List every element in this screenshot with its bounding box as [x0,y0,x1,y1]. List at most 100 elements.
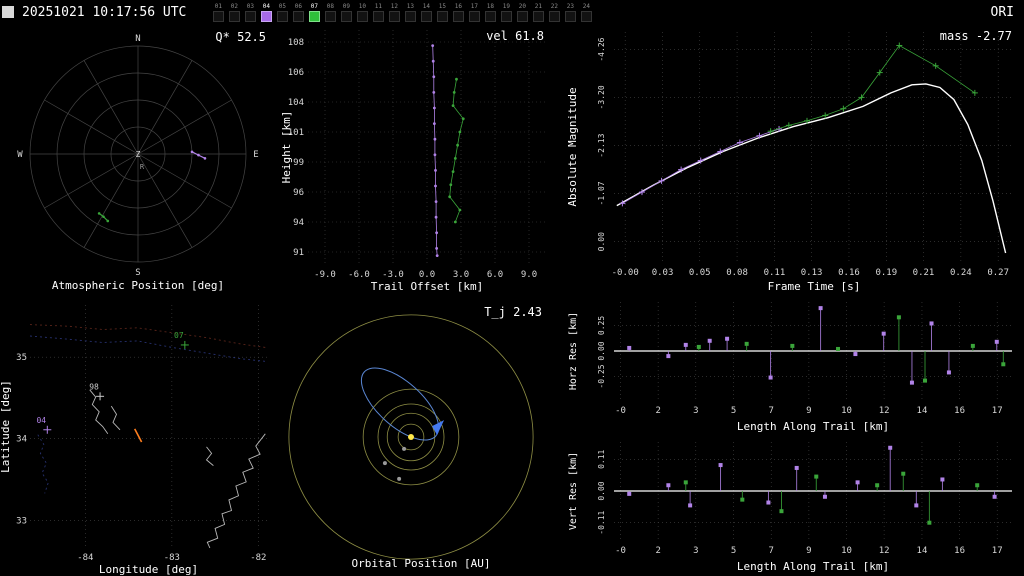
station-indicator-label: 06 [294,2,302,10]
station-indicator-23[interactable]: 23 [562,3,578,22]
svg-text:14: 14 [917,546,928,556]
station-indicator-07[interactable]: 07 [306,3,322,22]
station-indicator-box [452,10,464,22]
svg-text:-9.0: -9.0 [314,270,336,280]
svg-text:-3.20: -3.20 [597,85,606,109]
station-indicator-label: 19 [502,2,510,10]
station-indicator-02[interactable]: 02 [226,3,242,22]
station-indicator-09[interactable]: 09 [338,3,354,22]
station-indicator-15[interactable]: 15 [434,3,450,22]
station-indicator-label: 24 [582,2,590,10]
station-indicator-box [404,10,416,22]
station-indicator-box [276,10,288,22]
svg-text:96: 96 [293,188,304,198]
station-indicator-label: 16 [454,2,462,10]
vertical-residuals-plot: -0 2 3 5 7 9 10 12 14 16 17 0.11 0.00 -0.11 Length Alo… [568,442,1012,573]
station-indicator-20[interactable]: 20 [514,3,530,22]
station-indicator-box [356,10,368,22]
svg-text:9: 9 [806,546,811,556]
station-indicator-label: 17 [470,2,478,10]
station-indicator-box [532,10,544,22]
svg-text:-0: -0 [615,406,626,416]
station-indicator-04[interactable]: 04 [258,3,274,22]
station-indicator-03[interactable]: 03 [242,3,258,22]
station-indicator-label: 22 [550,2,558,10]
station-indicator-14[interactable]: 14 [418,3,434,22]
svg-text:E: E [253,150,258,160]
svg-text:17: 17 [992,546,1003,556]
station-indicator-box [308,10,320,22]
station-indicator-17[interactable]: 17 [466,3,482,22]
station-indicator-22[interactable]: 22 [546,3,562,22]
station-indicator-01[interactable]: 01 [210,3,226,22]
station-indicator-box [516,10,528,22]
ground-track-map-panel: -84 -83 -82 33 34 35 Longitude [deg] Latitude [… [0,296,280,576]
svg-text:0.25: 0.25 [597,316,606,335]
svg-text:-0.00: -0.00 [612,268,639,278]
station-indicator-box [484,10,496,22]
svg-text:Horz Res [km]: Horz Res [km] [568,312,579,390]
station-indicator-24[interactable]: 24 [578,3,594,22]
svg-text:9.0: 9.0 [521,270,537,280]
station-indicator-06[interactable]: 06 [290,3,306,22]
station-indicator-13[interactable]: 13 [402,3,418,22]
svg-text:N: N [135,34,140,44]
svg-text:2: 2 [655,546,660,556]
svg-text:3.0: 3.0 [453,270,469,280]
station-indicator-10[interactable]: 10 [354,3,370,22]
svg-text:3: 3 [693,406,698,416]
timestamp: 20251021 10:17:56 UTC [22,4,187,20]
svg-text:Z: Z [136,150,141,159]
svg-text:-0: -0 [615,546,626,556]
svg-text:Length Along Trail [km]: Length Along Trail [km] [737,560,889,573]
station-indicator-box [244,10,256,22]
svg-text:0.08: 0.08 [726,268,748,278]
station-indicator-box [436,10,448,22]
magnitude-vs-time-plot: -0.00 0.03 0.05 0.08 0.11 0.13 0.16 0.19 0.21 0.2… [566,29,1014,293]
station-indicator-16[interactable]: 16 [450,3,466,22]
station-indicator-21[interactable]: 21 [530,3,546,22]
svg-text:-3.0: -3.0 [382,270,404,280]
svg-text:Trail Offset [km]: Trail Offset [km] [371,280,484,293]
svg-text:99: 99 [293,158,304,168]
svg-text:-0.25: -0.25 [597,364,606,388]
station-indicator-box [292,10,304,22]
svg-text:Latitude [deg]: Latitude [deg] [0,380,12,473]
station-indicator-label: 15 [438,2,446,10]
svg-text:34: 34 [16,435,27,445]
svg-text:0.0: 0.0 [419,270,435,280]
station-indicator-11[interactable]: 11 [370,3,386,22]
svg-text:04: 04 [36,416,46,425]
meteor-trajectory-summary-screen: 20251021 10:17:56 UTC 01 02 03 04 05 06 07 08 09… [0,0,1024,576]
svg-text:0.11: 0.11 [764,268,786,278]
station-indicator-12[interactable]: 12 [386,3,402,22]
horizontal-residuals-panel: -0 2 3 5 7 9 10 12 14 16 17 0.25 0.00 -0.25 Length Alo… [562,296,1024,436]
svg-text:35: 35 [16,353,27,363]
station-indicator-label: 04 [262,2,270,10]
station-indicator-label: 13 [406,2,414,10]
svg-text:mass -2.77: mass -2.77 [940,29,1012,43]
svg-text:10: 10 [841,546,852,556]
svg-text:-84: -84 [77,553,93,563]
svg-text:16: 16 [954,546,965,556]
station-indicator-label: 05 [278,2,286,10]
svg-text:2: 2 [655,406,660,416]
station-indicator-label: 10 [358,2,366,10]
atmospheric-position-panel: N E S W Z R Q* 52.5 Atmospheric Position [deg] [0,24,280,296]
svg-text:9: 9 [806,406,811,416]
station-indicator-05[interactable]: 05 [274,3,290,22]
station-indicator-label: 01 [214,2,222,10]
station-indicator-box [564,10,576,22]
station-indicator-19[interactable]: 19 [498,3,514,22]
station-indicator-label: 18 [486,2,494,10]
station-indicator-box [372,10,384,22]
orbital-position-panel: T_j 2.43 Orbital Position [AU] [280,296,562,576]
station-indicator-box [324,10,336,22]
station-indicator-box [260,10,272,22]
svg-text:0.05: 0.05 [689,268,711,278]
svg-text:5: 5 [731,406,736,416]
station-indicator-08[interactable]: 08 [322,3,338,22]
station-indicator-18[interactable]: 18 [482,3,498,22]
svg-text:104: 104 [288,98,304,108]
station-indicator-box [500,10,512,22]
